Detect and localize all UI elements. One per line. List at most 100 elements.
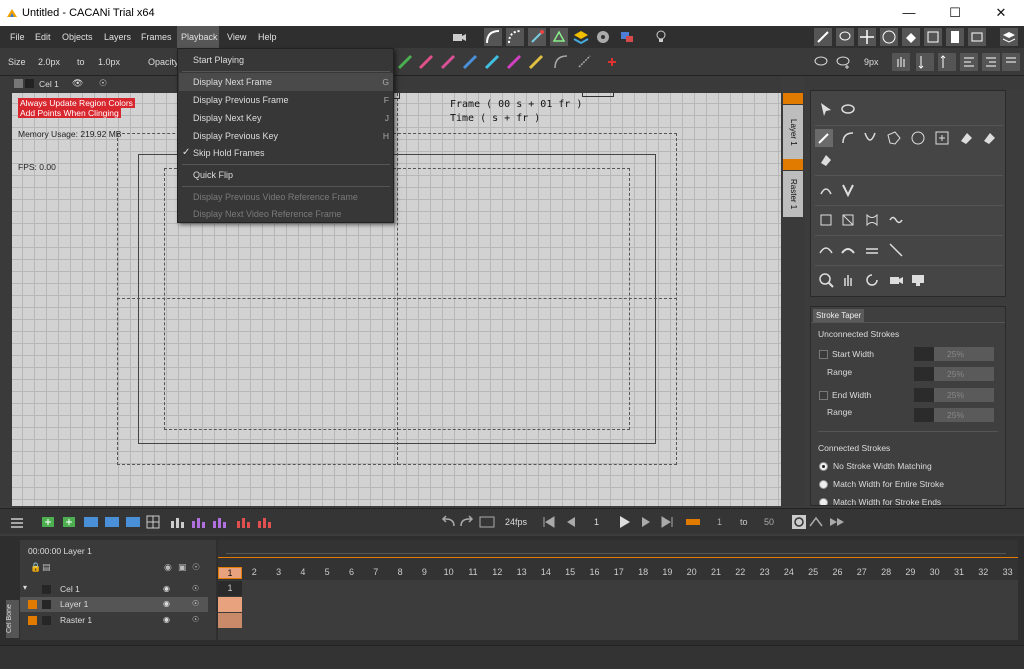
sort-up-icon[interactable] xyxy=(938,53,956,71)
redo-icon[interactable] xyxy=(457,513,475,531)
undo-icon[interactable] xyxy=(440,513,458,531)
copy-frame-icon[interactable] xyxy=(103,513,121,531)
preview-icon[interactable] xyxy=(478,513,496,531)
fps-display[interactable]: 24fps xyxy=(505,517,527,527)
grid-icon[interactable] xyxy=(144,513,162,531)
color-swap-icon[interactable] xyxy=(618,28,636,46)
pencil-pink-2-icon[interactable] xyxy=(439,53,457,71)
menu-view[interactable]: View xyxy=(223,26,250,48)
visibility-header-icon[interactable]: ◉ xyxy=(164,562,172,573)
loop-icon[interactable] xyxy=(790,513,808,531)
layers-stack-icon[interactable] xyxy=(572,28,590,46)
menu-display-previous-video-ref[interactable]: Display Previous Video Reference Frame xyxy=(179,188,393,206)
pointer-line-icon[interactable] xyxy=(887,241,905,259)
frame-number[interactable]: 16 xyxy=(583,567,607,577)
frame-number[interactable]: 29 xyxy=(898,567,922,577)
frame-number[interactable]: 2 xyxy=(242,567,266,577)
u-curve-icon[interactable] xyxy=(861,129,879,147)
radio-entire-stroke[interactable] xyxy=(819,480,828,489)
size-from-field[interactable]: 2.0px xyxy=(38,55,60,69)
frame-number[interactable]: 17 xyxy=(607,567,631,577)
current-frame-field[interactable]: 1 xyxy=(594,517,599,527)
start-width-checkbox[interactable] xyxy=(819,350,828,359)
lightbulb-icon[interactable] xyxy=(652,28,670,46)
bars-purple-2-icon[interactable] xyxy=(210,513,228,531)
menu-file[interactable]: File xyxy=(6,26,29,48)
palette-icon[interactable] xyxy=(880,28,898,46)
light-icon[interactable]: ☉ xyxy=(192,615,199,624)
polygon-icon[interactable] xyxy=(885,129,903,147)
wave-icon[interactable] xyxy=(887,211,905,229)
frame-number[interactable]: 31 xyxy=(947,567,971,577)
raster-tab[interactable]: Raster 1 xyxy=(783,171,803,217)
frame-number[interactable]: 6 xyxy=(340,567,364,577)
image-icon[interactable] xyxy=(968,28,986,46)
monitor-icon[interactable] xyxy=(909,271,927,289)
eye-icon[interactable]: ◉ xyxy=(163,599,170,608)
fill-tool-icon[interactable] xyxy=(902,28,920,46)
hand-option-icon[interactable] xyxy=(892,53,910,71)
size-to-field[interactable]: 1.0px xyxy=(98,55,120,69)
drawing-canvas[interactable]: Always Update Region Colors Add Points W… xyxy=(12,93,781,506)
frame-number[interactable]: 19 xyxy=(655,567,679,577)
v-tool-icon[interactable] xyxy=(839,181,857,199)
range-slider-1[interactable]: 25% xyxy=(914,367,994,381)
sort-down-icon[interactable] xyxy=(916,53,934,71)
frame-number[interactable]: 30 xyxy=(923,567,947,577)
maximize-button[interactable]: ☐ xyxy=(932,0,978,26)
frame-number[interactable]: 8 xyxy=(388,567,412,577)
smooth-icon[interactable] xyxy=(817,241,835,259)
menu-playback[interactable]: Playback xyxy=(177,26,219,48)
curve-option-icon[interactable] xyxy=(552,53,570,71)
camera-tool-icon[interactable] xyxy=(887,271,905,289)
frame-number[interactable]: 1 xyxy=(218,567,242,579)
menu-layers[interactable]: Layers xyxy=(100,26,135,48)
menu-edit[interactable]: Edit xyxy=(31,26,55,48)
bone-tool-icon[interactable] xyxy=(814,28,832,46)
eye-icon[interactable]: ◉ xyxy=(163,584,170,593)
frame-number[interactable]: 23 xyxy=(753,567,777,577)
minimize-button[interactable]: — xyxy=(886,0,932,26)
range-icon[interactable] xyxy=(684,513,702,531)
lasso-select-icon[interactable] xyxy=(812,53,830,71)
smooth-2-icon[interactable] xyxy=(839,241,857,259)
radio-no-matching[interactable] xyxy=(819,462,828,471)
frame-number[interactable]: 32 xyxy=(971,567,995,577)
align-3-icon[interactable] xyxy=(1002,53,1020,71)
frame-number[interactable]: 28 xyxy=(874,567,898,577)
menu-display-next-video-ref[interactable]: Display Next Video Reference Frame xyxy=(179,205,393,223)
frame-number[interactable]: 24 xyxy=(777,567,801,577)
timeline-frames[interactable]: 1 2 3 4 5 6 7 8 9 10 11 12 13 14 15 16 17 18 19 20 21 22 23 24 2… xyxy=(218,540,1018,640)
transform-icon[interactable] xyxy=(817,211,835,229)
first-frame-icon[interactable] xyxy=(540,513,558,531)
move-tool-icon[interactable] xyxy=(858,28,876,46)
frame-cell[interactable]: 1 xyxy=(218,581,242,596)
pencil-cyan-icon[interactable] xyxy=(483,53,501,71)
align-2-icon[interactable] xyxy=(982,53,1000,71)
menu-display-next-key[interactable]: Display Next Key J xyxy=(179,109,393,127)
frame-number[interactable]: 3 xyxy=(267,567,291,577)
frame-number[interactable]: 15 xyxy=(558,567,582,577)
frame-number[interactable]: 33 xyxy=(996,567,1020,577)
rotate-view-icon[interactable] xyxy=(863,271,881,289)
frame-number[interactable]: 27 xyxy=(850,567,874,577)
pencil-yellow-icon[interactable] xyxy=(527,53,545,71)
bars-icon[interactable] xyxy=(168,513,186,531)
light-icon[interactable]: ☉ xyxy=(192,584,199,593)
radio-stroke-ends[interactable] xyxy=(819,498,828,505)
zoom-icon[interactable] xyxy=(817,271,835,289)
menu-display-next-frame[interactable]: Display Next Frame G xyxy=(179,73,393,91)
insert-frame-icon[interactable] xyxy=(82,513,100,531)
end-width-checkbox[interactable] xyxy=(819,391,828,400)
range-slider-2[interactable]: 25% xyxy=(914,408,994,422)
timeline-scrubber[interactable] xyxy=(226,544,1006,554)
pencil-pink-icon[interactable] xyxy=(417,53,435,71)
last-frame-icon[interactable] xyxy=(658,513,676,531)
frame-number[interactable]: 11 xyxy=(461,567,485,577)
stroke-taper-tab[interactable]: Stroke Taper xyxy=(813,309,865,322)
flatten-icon[interactable] xyxy=(863,241,881,259)
ruler-option-icon[interactable] xyxy=(576,53,594,71)
shape-tool-icon[interactable] xyxy=(924,28,942,46)
pencil-magenta-icon[interactable] xyxy=(505,53,523,71)
bounce-icon[interactable] xyxy=(807,513,825,531)
